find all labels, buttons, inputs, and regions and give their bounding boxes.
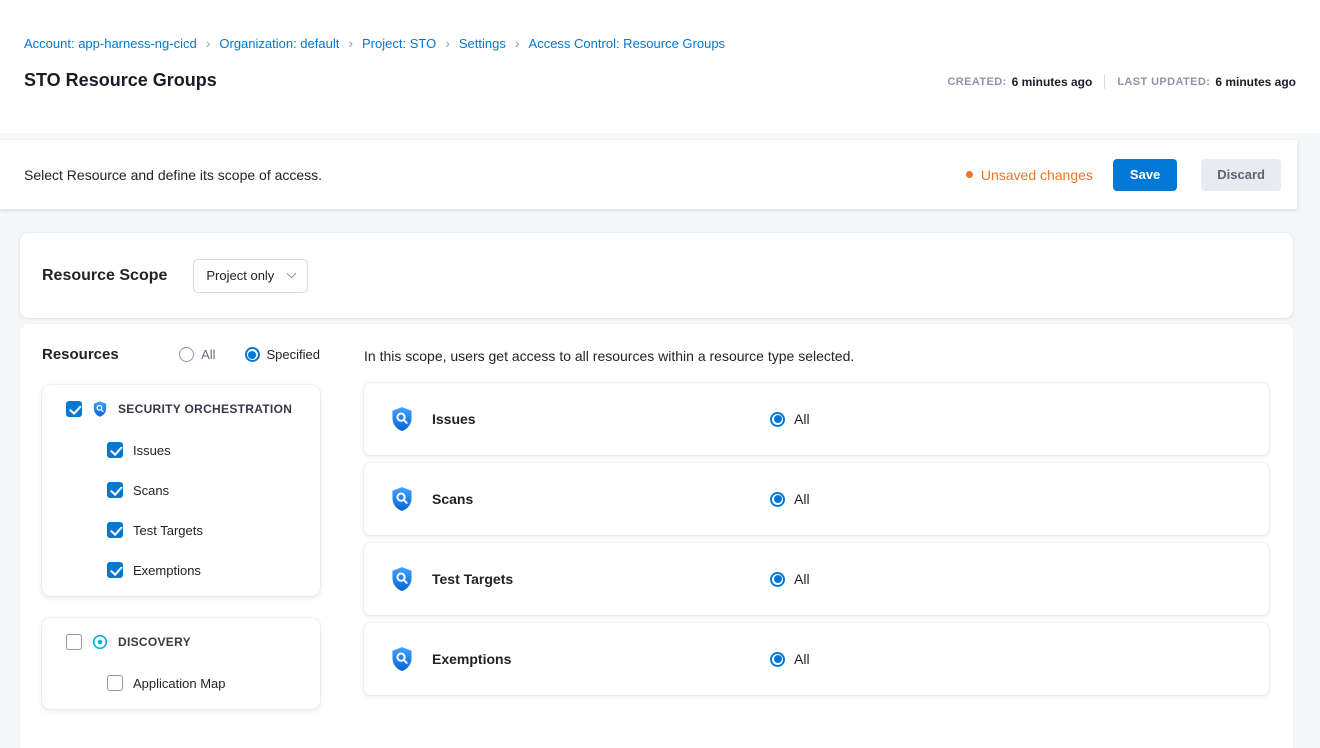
resource-row-label: Issues	[432, 411, 770, 427]
updated-value: 6 minutes ago	[1215, 75, 1296, 89]
discard-button[interactable]: Discard	[1201, 159, 1281, 191]
radio-specified-label[interactable]: Specified	[267, 347, 320, 362]
resources-section: Resources All Specified SECURITY ORCHEST…	[20, 324, 1293, 748]
resource-row-test-targets: Test Targets All	[364, 543, 1269, 615]
breadcrumb: Account: app-harness-ng-cicd › Organizat…	[24, 36, 1296, 51]
meta-divider	[1104, 75, 1105, 89]
item-label: Exemptions	[133, 563, 201, 578]
radio-all[interactable]	[179, 347, 194, 362]
sto-shield-icon	[388, 405, 416, 433]
resources-title: Resources	[42, 346, 119, 363]
scope-dropdown-value: Project only	[206, 268, 274, 283]
checkbox-issues[interactable]	[107, 442, 123, 458]
item-label: Application Map	[133, 676, 226, 691]
content-area: Resource Scope Project only Resources Al…	[0, 209, 1320, 748]
radio-all-label[interactable]: All	[201, 347, 215, 362]
scope-description: In this scope, users get access to all r…	[364, 348, 1269, 365]
actions-toolbar: Select Resource and define its scope of …	[0, 140, 1297, 209]
radio-row-all[interactable]	[770, 572, 785, 587]
group-label: SECURITY ORCHESTRATION	[118, 402, 292, 416]
resource-row-scans: Scans All	[364, 463, 1269, 535]
sto-shield-icon	[388, 645, 416, 673]
page-header: Account: app-harness-ng-cicd › Organizat…	[0, 0, 1320, 133]
radio-row-all[interactable]	[770, 492, 785, 507]
unsaved-dot-icon	[966, 171, 973, 178]
group-header: SECURITY ORCHESTRATION	[66, 400, 304, 418]
row-access-label[interactable]: All	[794, 411, 810, 427]
radio-row-all[interactable]	[770, 412, 785, 427]
radio-specified[interactable]	[245, 347, 260, 362]
updated-label: LAST UPDATED:	[1117, 76, 1210, 88]
discovery-icon	[91, 633, 109, 651]
chevron-right-icon: ›	[445, 36, 450, 50]
row-access-label[interactable]: All	[794, 651, 810, 667]
breadcrumb-link-settings[interactable]: Settings	[459, 36, 506, 51]
resource-item-application-map: Application Map	[107, 675, 304, 691]
save-button[interactable]: Save	[1113, 159, 1177, 191]
resources-panel-header: Resources All Specified	[42, 346, 320, 363]
checkbox-test-targets[interactable]	[107, 522, 123, 538]
sto-shield-icon	[388, 485, 416, 513]
resource-scope-card: Resource Scope Project only	[20, 233, 1293, 318]
scope-dropdown[interactable]: Project only	[193, 259, 308, 293]
chevron-right-icon: ›	[515, 36, 520, 50]
resources-filter: All Specified	[179, 347, 320, 362]
checkbox-application-map[interactable]	[107, 675, 123, 691]
radio-row-all[interactable]	[770, 652, 785, 667]
resources-panel: Resources All Specified SECURITY ORCHEST…	[42, 346, 320, 748]
item-label: Scans	[133, 483, 169, 498]
scope-detail: In this scope, users get access to all r…	[364, 346, 1269, 748]
resource-item-issues: Issues	[107, 442, 304, 458]
resource-group-discovery: DISCOVERY Application Map	[42, 618, 320, 709]
toolbar-description: Select Resource and define its scope of …	[24, 167, 322, 183]
sto-shield-icon	[91, 400, 109, 418]
resource-row-label: Scans	[432, 491, 770, 507]
resource-row-label: Test Targets	[432, 571, 770, 587]
checkbox-security-orchestration[interactable]	[66, 401, 82, 417]
checkbox-scans[interactable]	[107, 482, 123, 498]
sto-shield-icon	[388, 565, 416, 593]
resource-item-test-targets: Test Targets	[107, 522, 304, 538]
created-label: CREATED:	[947, 76, 1006, 88]
row-access-control: All	[770, 571, 810, 587]
unsaved-changes-label: Unsaved changes	[981, 167, 1093, 183]
checkbox-exemptions[interactable]	[107, 562, 123, 578]
resource-row-exemptions: Exemptions All	[364, 623, 1269, 695]
chevron-right-icon: ›	[348, 36, 353, 50]
page-title: STO Resource Groups	[24, 70, 217, 91]
item-label: Test Targets	[133, 523, 203, 538]
created-value: 6 minutes ago	[1012, 75, 1093, 89]
resource-item-scans: Scans	[107, 482, 304, 498]
resource-row-label: Exemptions	[432, 651, 770, 667]
resource-scope-title: Resource Scope	[42, 267, 167, 285]
group-label: DISCOVERY	[118, 635, 191, 649]
resource-group-security-orchestration: SECURITY ORCHESTRATION Issues Scans Test…	[42, 385, 320, 596]
breadcrumb-link-resource-groups[interactable]: Access Control: Resource Groups	[529, 36, 726, 51]
row-access-label[interactable]: All	[794, 571, 810, 587]
breadcrumb-link-project[interactable]: Project: STO	[362, 36, 436, 51]
checkbox-discovery[interactable]	[66, 634, 82, 650]
breadcrumb-link-account[interactable]: Account: app-harness-ng-cicd	[24, 36, 197, 51]
row-access-label[interactable]: All	[794, 491, 810, 507]
row-access-control: All	[770, 491, 810, 507]
group-header: DISCOVERY	[66, 633, 304, 651]
timestamps: CREATED: 6 minutes ago LAST UPDATED: 6 m…	[947, 75, 1296, 91]
item-label: Issues	[133, 443, 171, 458]
chevron-right-icon: ›	[206, 36, 211, 50]
row-access-control: All	[770, 651, 810, 667]
resource-row-issues: Issues All	[364, 383, 1269, 455]
breadcrumb-link-organization[interactable]: Organization: default	[219, 36, 339, 51]
resource-item-exemptions: Exemptions	[107, 562, 304, 578]
unsaved-changes-status: Unsaved changes	[966, 167, 1093, 183]
chevron-down-icon	[287, 269, 297, 279]
row-access-control: All	[770, 411, 810, 427]
